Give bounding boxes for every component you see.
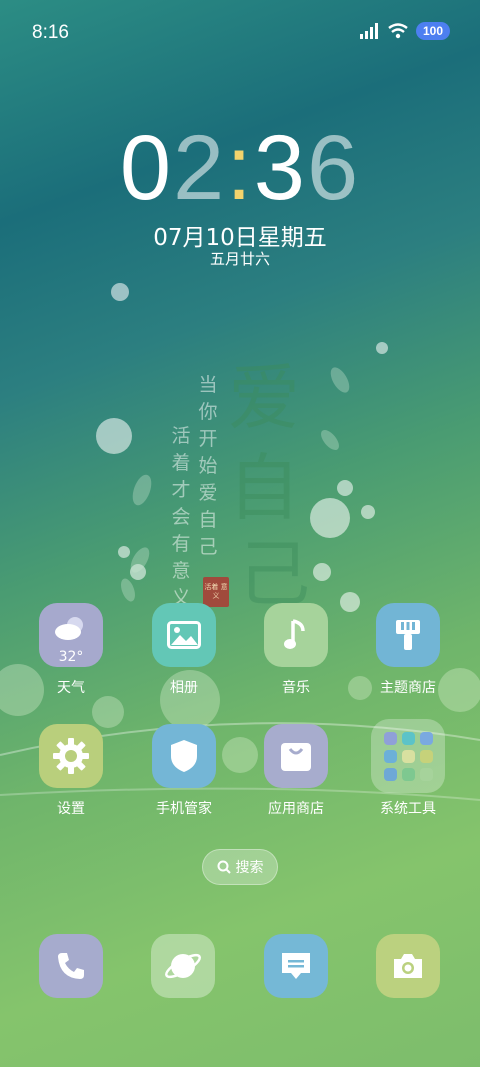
folder-app-icon xyxy=(419,749,433,763)
music-icon xyxy=(264,603,328,667)
app-music[interactable]: 音乐 xyxy=(240,603,352,697)
app-gallery[interactable]: 相册 xyxy=(128,603,240,697)
battery-indicator: 100 xyxy=(415,22,450,40)
calligraphy-char-3: 己 xyxy=(238,532,311,616)
app-label: 系统工具 xyxy=(380,801,436,817)
signal-icon xyxy=(359,23,378,39)
app-phone-manager[interactable]: 手机管家 xyxy=(128,724,240,818)
dock-camera[interactable] xyxy=(376,934,440,998)
gallery-icon xyxy=(152,603,216,667)
date-label: 07月10日星期五 xyxy=(153,225,327,251)
status-time: 8:16 xyxy=(32,22,69,43)
shield-icon xyxy=(152,724,216,788)
poem-column-1: 当你开始爱自己 xyxy=(198,374,218,558)
folder-app-icon xyxy=(401,731,415,745)
status-icons: 100 xyxy=(359,22,450,40)
lunar-date-label: 五月廿六 xyxy=(209,250,270,268)
folder-app-icon xyxy=(419,731,433,745)
folder-app-icon xyxy=(383,749,397,763)
clock-widget[interactable]: 02:36 xyxy=(0,122,480,214)
weather-icon: 32° xyxy=(39,603,103,667)
shopping-bag-icon xyxy=(264,724,328,788)
clock-digit: 3 xyxy=(253,117,307,219)
calligraphy-char-1: 爱 xyxy=(228,356,301,440)
app-label: 主题商店 xyxy=(380,680,436,696)
browser-planet-icon xyxy=(165,953,201,979)
folder-app-icon xyxy=(401,749,415,763)
folder-icon xyxy=(371,719,445,793)
app-label: 天气 xyxy=(57,680,85,696)
theme-brush-icon xyxy=(376,603,440,667)
camera-icon xyxy=(394,954,422,978)
clock-digit: 6 xyxy=(306,117,361,219)
dock-browser[interactable] xyxy=(151,934,215,998)
clock-colon: : xyxy=(226,117,254,219)
app-label: 应用商店 xyxy=(268,801,324,817)
folder-system-tools[interactable]: 系统工具 xyxy=(352,719,464,818)
folder-app-icon xyxy=(419,767,433,781)
app-settings[interactable]: 设置 xyxy=(15,724,127,818)
search-button[interactable]: 搜索 xyxy=(202,849,278,885)
dock-phone[interactable] xyxy=(39,934,103,998)
gear-icon xyxy=(39,724,103,788)
folder-app-icon xyxy=(383,731,397,745)
search-label: 搜索 xyxy=(235,860,264,876)
phone-icon xyxy=(58,953,84,979)
app-theme-store[interactable]: 主题商店 xyxy=(352,603,464,697)
folder-app-icon xyxy=(401,767,415,781)
app-store[interactable]: 应用商店 xyxy=(240,724,352,818)
message-icon xyxy=(282,953,310,979)
app-label: 设置 xyxy=(57,801,85,817)
app-weather[interactable]: 32° 天气 xyxy=(15,603,127,697)
app-label: 手机管家 xyxy=(156,801,212,817)
wifi-icon xyxy=(388,23,408,39)
dock-messages[interactable] xyxy=(264,934,328,998)
folder-app-icon xyxy=(383,767,397,781)
weather-temp: 32° xyxy=(58,649,84,665)
app-label: 音乐 xyxy=(282,680,310,696)
poem-column-2: 活着才会有意义 xyxy=(171,425,191,609)
calligraphy-char-2: 自 xyxy=(228,446,301,530)
clock-digit: 2 xyxy=(173,117,227,219)
status-bar: 8:16 100 xyxy=(0,0,480,68)
clock-digit: 0 xyxy=(119,117,174,219)
search-icon xyxy=(217,860,231,874)
app-label: 相册 xyxy=(170,680,198,696)
